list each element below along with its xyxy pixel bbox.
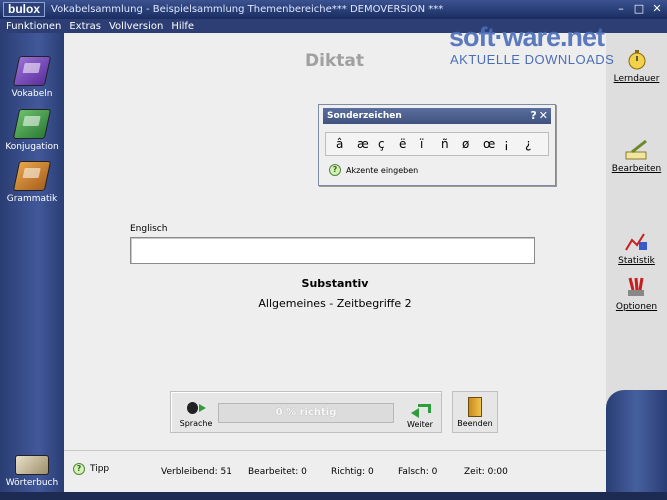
score-progress-bar: 0 % richtig: [218, 403, 394, 423]
window-controls: – □ ✕: [615, 3, 663, 15]
nav-grammatik-label: Grammatik: [6, 194, 58, 204]
tip-bulb-icon: ?: [73, 463, 85, 475]
char-button[interactable]: ë: [399, 137, 420, 151]
window-title: Vokabelsammlung - Beispielsammlung Theme…: [51, 4, 444, 15]
char-button[interactable]: ø: [462, 137, 483, 151]
tip-bulb-icon: ?: [329, 164, 341, 176]
char-button[interactable]: ç: [378, 137, 399, 151]
close-icon[interactable]: ✕: [651, 3, 663, 15]
nav-bearbeiten-label: Bearbeiten: [611, 164, 662, 174]
quit-button[interactable]: Beenden: [452, 391, 498, 433]
watermark-logo: soft·ware.net: [449, 22, 605, 52]
next-button-label: Weiter: [407, 420, 433, 429]
right-sidebar-decoration: [606, 390, 667, 500]
speech-button-label: Sprache: [179, 419, 213, 428]
nav-lerndauer[interactable]: Lerndauer: [606, 48, 667, 84]
speaker-icon: [187, 399, 206, 417]
close-icon[interactable]: ✕: [539, 109, 548, 122]
watermark-subtitle: AKTUELLE DOWNLOADS: [450, 52, 615, 67]
menu-hilfe[interactable]: Hilfe: [171, 21, 194, 32]
menu-funktionen[interactable]: Funktionen: [6, 21, 61, 32]
progress-text: 0 % richtig: [275, 407, 337, 418]
char-button[interactable]: ñ: [441, 137, 462, 151]
char-button[interactable]: œ: [483, 137, 504, 151]
status-divider: [64, 450, 606, 451]
options-icon: [624, 276, 650, 300]
nav-optionen[interactable]: Optionen: [606, 276, 667, 312]
answer-input[interactable]: [130, 237, 535, 264]
tip-label: Tipp: [90, 464, 110, 474]
vokabeln-book-icon: [12, 56, 52, 86]
quit-button-label: Beenden: [457, 419, 493, 428]
dialog-title: Sonderzeichen: [327, 111, 402, 121]
language-label: Englisch: [130, 224, 168, 234]
app-logo: bulox: [3, 2, 45, 17]
status-correct: Richtig: 0: [331, 467, 374, 477]
next-button[interactable]: Weiter: [403, 402, 437, 429]
konjugation-book-icon: [12, 109, 52, 139]
word-category: Allgemeines - Zeitbegriffe 2: [258, 297, 412, 310]
char-button[interactable]: ¡: [504, 137, 525, 151]
menu-vollversion[interactable]: Vollversion: [109, 21, 163, 32]
nav-vokabeln-label: Vokabeln: [11, 89, 53, 99]
nav-grammatik[interactable]: Grammatik: [0, 161, 64, 204]
word-type: Substantiv: [301, 277, 369, 290]
accent-tip[interactable]: ? Akzente eingeben: [329, 164, 555, 176]
tip-link[interactable]: ? Tipp: [73, 463, 109, 475]
edit-brush-icon: [624, 138, 650, 162]
accent-tip-label: Akzente eingeben: [346, 165, 419, 175]
dictation-toolbar: Sprache 0 % richtig Weiter: [170, 391, 442, 433]
grammatik-book-icon: [12, 161, 52, 191]
nav-konjugation[interactable]: Konjugation: [0, 109, 64, 152]
minimize-icon[interactable]: –: [615, 3, 627, 15]
char-button[interactable]: æ: [357, 137, 378, 151]
menu-extras[interactable]: Extras: [69, 21, 101, 32]
woerterbuch-book-icon: [15, 455, 49, 475]
nav-statistik[interactable]: Statistik: [606, 230, 667, 266]
status-time: Zeit: 0:00: [464, 467, 508, 477]
special-char-row: â æ ç ë ï ñ ø œ ¡ ¿: [325, 132, 549, 156]
bottom-frame: [0, 492, 667, 500]
char-button[interactable]: â: [336, 137, 357, 151]
nav-bearbeiten[interactable]: Bearbeiten: [606, 138, 667, 174]
status-edited: Bearbeitet: 0: [248, 467, 307, 477]
nav-optionen-label: Optionen: [615, 302, 658, 312]
char-button[interactable]: ï: [420, 137, 441, 151]
nav-lerndauer-label: Lerndauer: [613, 74, 660, 84]
nav-statistik-label: Statistik: [618, 256, 655, 266]
door-icon: [468, 397, 482, 417]
status-wrong: Falsch: 0: [398, 467, 438, 477]
stopwatch-icon: [624, 48, 650, 72]
nav-woerterbuch-label: Wörterbuch: [5, 478, 59, 488]
title-bar: bulox Vokabelsammlung - Beispielsammlung…: [0, 0, 667, 19]
char-button[interactable]: ¿: [525, 137, 546, 151]
return-arrow-icon: [411, 402, 431, 418]
dialog-title-bar[interactable]: Sonderzeichen ? ✕: [323, 108, 551, 124]
page-title: Diktat: [305, 51, 364, 71]
left-sidebar: [0, 33, 64, 500]
help-icon[interactable]: ?: [530, 109, 536, 122]
maximize-icon[interactable]: □: [633, 3, 645, 15]
status-remaining: Verbleibend: 51: [161, 467, 232, 477]
statistics-icon: [624, 230, 650, 254]
nav-konjugation-label: Konjugation: [5, 142, 59, 152]
special-characters-dialog: Sonderzeichen ? ✕ â æ ç ë ï ñ ø œ ¡ ¿ ? …: [318, 104, 556, 186]
nav-vokabeln[interactable]: Vokabeln: [0, 56, 64, 99]
nav-woerterbuch[interactable]: Wörterbuch: [0, 455, 64, 488]
speech-button[interactable]: Sprache: [179, 399, 213, 428]
